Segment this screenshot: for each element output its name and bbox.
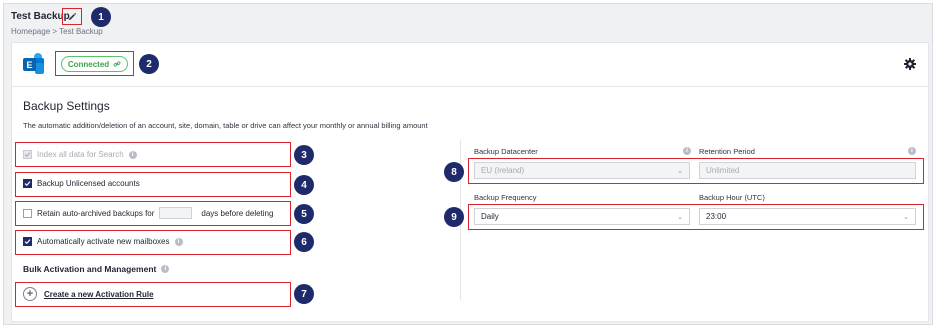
page-title: Test Backup [11, 11, 70, 22]
breadcrumb-separator: > [50, 27, 60, 36]
annotation-badge-3: 3 [294, 145, 314, 165]
checkmark-icon [24, 152, 31, 158]
pencil-icon [69, 12, 77, 20]
plus-icon: + [23, 287, 37, 301]
frequency-label: Backup Frequency [474, 193, 537, 202]
unlicensed-option: Backup Unlicensed accounts [23, 179, 140, 188]
connection-status-badge[interactable]: Connected [61, 56, 128, 72]
retention-label: Retention Period [699, 147, 755, 156]
auto-activate-checkbox[interactable] [23, 237, 32, 246]
annotation-badge-1: 1 [91, 7, 111, 27]
link-icon [113, 61, 121, 67]
create-rule-button[interactable]: + Create a new Activation Rule [23, 287, 154, 301]
checkmark-icon [24, 239, 31, 245]
chevron-down-icon: ⌄ [677, 214, 683, 221]
retain-days-input[interactable] [159, 207, 193, 219]
hour-select[interactable]: 23:00 ⌄ [699, 208, 916, 225]
retain-option: Retain auto-archived backups for days be… [23, 207, 273, 219]
info-icon[interactable]: i [174, 237, 183, 246]
connection-status-label: Connected [67, 59, 110, 69]
hour-value: 23:00 [706, 212, 727, 221]
retain-label-after: days before deleting [201, 208, 274, 218]
auto-activate-option: Automatically activate new mailboxes i [23, 237, 183, 246]
frequency-select[interactable]: Daily ⌄ [474, 208, 690, 225]
annotation-badge-2: 2 [139, 54, 159, 74]
info-icon[interactable]: i [161, 265, 170, 273]
create-rule-link[interactable]: Create a new Activation Rule [44, 290, 154, 299]
index-search-option: Index all data for Search i [23, 150, 137, 159]
info-icon[interactable]: i [908, 147, 916, 155]
retain-label-before: Retain auto-archived backups for [37, 208, 155, 218]
annotation-badge-8: 8 [444, 162, 464, 182]
edit-title-button[interactable] [62, 8, 82, 25]
info-icon[interactable]: i [683, 147, 691, 155]
unlicensed-label: Backup Unlicensed accounts [37, 179, 140, 188]
auto-activate-label: Automatically activate new mailboxes [37, 237, 170, 246]
chevron-down-icon: ⌄ [677, 168, 683, 175]
billing-description: The automatic addition/deletion of an ac… [23, 121, 428, 130]
frequency-value: Daily [481, 212, 499, 221]
exchange-logo-icon: E [23, 53, 44, 74]
checkmark-icon [24, 181, 31, 187]
annotation-badge-7: 7 [294, 284, 314, 304]
index-search-label: Index all data for Search [37, 150, 124, 159]
retention-select[interactable]: Unlimited [699, 162, 916, 179]
retain-checkbox[interactable] [23, 208, 32, 218]
backup-settings-title: Backup Settings [23, 99, 110, 113]
index-search-checkbox[interactable] [23, 150, 32, 159]
gear-icon[interactable] [904, 58, 916, 70]
bulk-activation-heading: Bulk Activation and Management i [23, 264, 170, 274]
annotation-badge-9: 9 [444, 207, 464, 227]
hour-label: Backup Hour (UTC) [699, 193, 765, 202]
retention-value: Unlimited [706, 166, 740, 175]
info-icon[interactable]: i [128, 150, 137, 159]
bulk-activation-title: Bulk Activation and Management [23, 264, 157, 274]
datacenter-label: Backup Datacenter [474, 147, 538, 156]
breadcrumb-home[interactable]: Homepage [11, 27, 50, 36]
card-divider [11, 86, 929, 87]
annotation-badge-4: 4 [294, 175, 314, 195]
breadcrumb: Homepage > Test Backup [11, 27, 103, 36]
svg-text:E: E [26, 60, 32, 70]
annotation-badge-6: 6 [294, 232, 314, 252]
unlicensed-checkbox[interactable] [23, 179, 32, 188]
datacenter-value: EU (Ireland) [481, 166, 525, 175]
chevron-down-icon: ⌄ [903, 214, 909, 221]
breadcrumb-current: Test Backup [59, 27, 103, 36]
datacenter-select[interactable]: EU (Ireland) ⌄ [474, 162, 690, 179]
annotation-badge-5: 5 [294, 204, 314, 224]
